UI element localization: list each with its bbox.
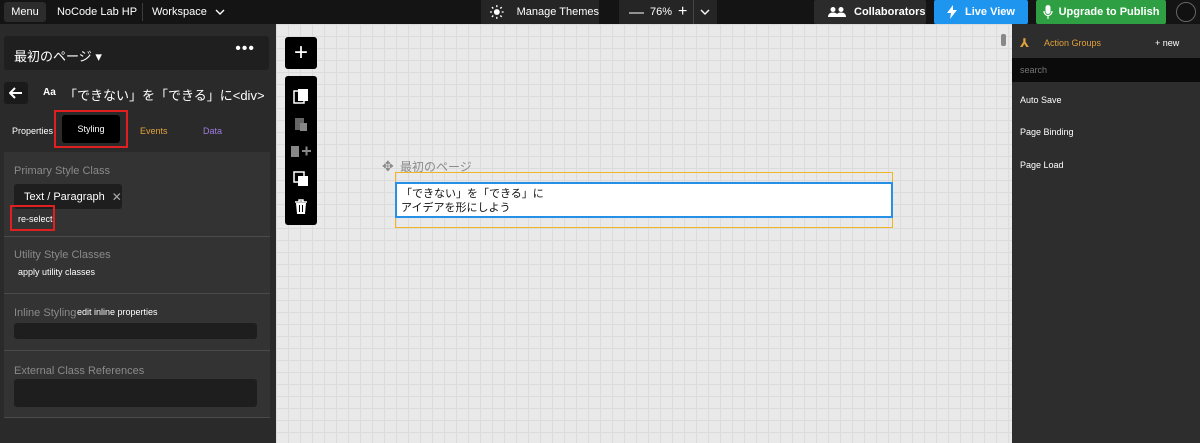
more-options-icon[interactable]: •••: [235, 40, 255, 58]
search-input[interactable]: [1012, 58, 1200, 82]
top-toolbar: Menu NoCode Lab HP Workspace Manage Them…: [0, 0, 1200, 24]
workspace-label: Workspace: [152, 6, 207, 18]
canvas-scrollbar[interactable]: [1001, 34, 1006, 46]
users-icon: [828, 7, 846, 17]
add-element-button[interactable]: +: [285, 37, 317, 69]
chevron-down-icon[interactable]: [699, 4, 711, 20]
panel-tabs: Properties Styling Events Data: [0, 112, 276, 148]
selected-text-element[interactable]: 「できない」を「できる」に アイデアを形にしよう: [395, 182, 893, 218]
action-groups-title: Action Groups: [1044, 38, 1102, 48]
page-name: 最初のページ: [14, 49, 92, 64]
selected-element-header: Aa 「できない」を「できる」に<div>: [0, 78, 276, 104]
action-group-item[interactable]: Page Binding: [1012, 116, 1200, 148]
external-class-section: External Class References: [4, 351, 270, 417]
upgrade-to-publish-button[interactable]: Upgrade to Publish: [1036, 0, 1166, 24]
close-icon[interactable]: ✕: [112, 190, 122, 204]
utility-style-title: Utility Style Classes: [14, 249, 111, 261]
highlight-box: [54, 110, 128, 148]
zoom-control: — 76% +: [619, 0, 717, 24]
divider: [4, 417, 270, 418]
arrow-left-icon: [9, 87, 22, 99]
primary-style-title: Primary Style Class: [14, 165, 110, 177]
utility-style-section: Utility Style Classes apply utility clas…: [4, 237, 270, 293]
avatar[interactable]: [1176, 2, 1196, 22]
divider: [693, 0, 694, 24]
manage-themes-button[interactable]: Manage Themes: [481, 0, 599, 24]
collaborators-label: Collaborators: [854, 6, 926, 18]
back-button[interactable]: [4, 82, 28, 104]
zoom-level: 76%: [650, 6, 673, 18]
element-title: 「できない」を「できる」に<div>: [64, 88, 265, 103]
text-type-icon: Aa: [43, 87, 56, 98]
caret-down-icon: ▾: [95, 49, 102, 64]
design-canvas[interactable]: [276, 24, 1012, 443]
text-line-1: 「できない」を「できる」に: [401, 188, 544, 200]
lightning-icon: [947, 5, 958, 19]
sun-icon: [489, 5, 504, 19]
paste-icon[interactable]: [293, 116, 309, 132]
external-class-field[interactable]: [14, 379, 257, 407]
inline-styling-section: Inline Styling edit inline properties: [4, 294, 270, 350]
trash-icon[interactable]: [293, 199, 309, 215]
project-name[interactable]: NoCode Lab HP: [52, 0, 142, 24]
page-selector-label: 最初のページ ▾: [14, 46, 102, 65]
zoom-in-button[interactable]: +: [678, 3, 687, 21]
apply-utility-classes-link[interactable]: apply utility classes: [18, 267, 95, 277]
action-groups-header: ⅄ Action Groups + new: [1012, 24, 1200, 58]
move-icon[interactable]: ✥: [382, 158, 394, 175]
microphone-icon: [1042, 5, 1053, 19]
highlight-box: [10, 205, 55, 231]
live-view-label: Live View: [965, 6, 1015, 18]
divider: [142, 3, 143, 21]
inline-styling-title: Inline Styling: [14, 307, 77, 319]
edit-inline-properties-link[interactable]: edit inline properties: [77, 307, 158, 317]
upgrade-to-publish-label: Upgrade to Publish: [1058, 6, 1160, 18]
left-panel: 最初のページ ▾ ••• Aa 「できない」を「できる」に<div> Prope…: [0, 24, 276, 443]
chevron-down-icon: [215, 9, 225, 15]
action-groups-icon: ⅄: [1020, 36, 1030, 50]
copy-icon[interactable]: [293, 88, 309, 104]
plus-icon: +: [293, 39, 308, 66]
manage-themes-label: Manage Themes: [516, 6, 599, 18]
live-view-button[interactable]: Live View: [934, 0, 1028, 24]
external-class-title: External Class References: [14, 365, 145, 377]
collaborators-button[interactable]: Collaborators: [814, 0, 926, 24]
tab-events[interactable]: Events: [140, 126, 168, 136]
menu-label: Menu: [11, 6, 39, 18]
tool-strip: [285, 76, 317, 225]
action-group-item[interactable]: Page Load: [1012, 149, 1200, 181]
new-action-group-button[interactable]: + new: [1155, 38, 1179, 48]
action-group-item[interactable]: Auto Save: [1012, 84, 1200, 116]
tab-properties[interactable]: Properties: [12, 126, 53, 136]
inline-styling-field[interactable]: [14, 323, 257, 339]
tab-data[interactable]: Data: [203, 126, 222, 136]
duplicate-icon[interactable]: [293, 171, 309, 187]
page-selector[interactable]: 最初のページ ▾ •••: [4, 36, 269, 70]
workspace-dropdown[interactable]: Workspace: [152, 0, 225, 24]
text-line-2: アイデアを形にしよう: [401, 202, 511, 214]
menu-button[interactable]: Menu: [4, 2, 46, 22]
zoom-out-button[interactable]: —: [629, 4, 644, 21]
right-panel: ⅄ Action Groups + new Auto Save Page Bin…: [1012, 24, 1200, 443]
style-class-label: Text / Paragraph: [24, 190, 105, 203]
paste-add-icon[interactable]: [290, 143, 312, 159]
